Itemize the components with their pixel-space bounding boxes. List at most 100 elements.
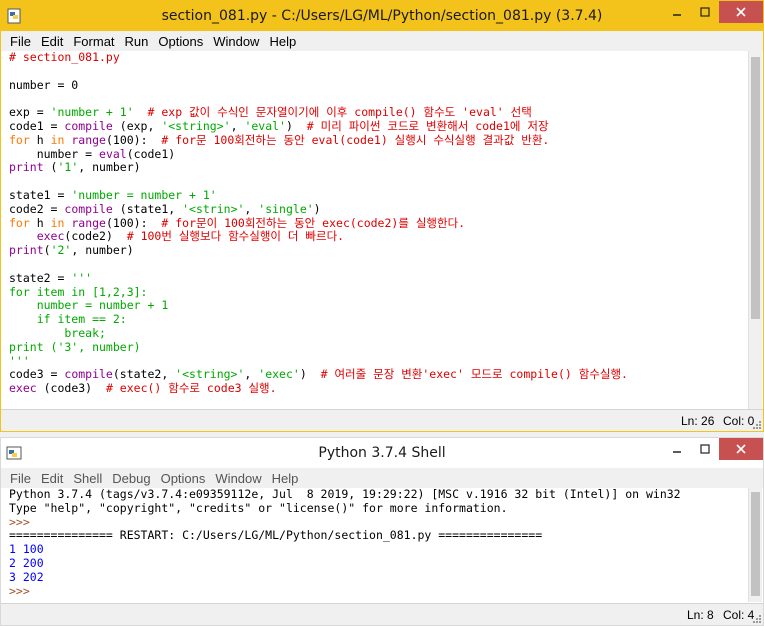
code-line: exp = 'number + 1' # exp 값이 수식인 문자열이기에 이…	[9, 105, 747, 120]
code-line: break;	[9, 325, 747, 341]
shell-menu-edit[interactable]: Edit	[36, 471, 68, 486]
code-token-plain: code3 =	[9, 367, 65, 382]
shell-titlebar[interactable]: Python 3.7.4 Shell	[1, 438, 763, 468]
code-token-plain: number =	[9, 146, 100, 161]
code-token-plain: state1 =	[9, 187, 72, 202]
code-token-plain: )	[313, 201, 321, 216]
close-icon	[736, 444, 746, 454]
shell-window: Python 3.7.4 Shell File Edit Shell Debug…	[0, 437, 764, 626]
code-line: state1 = 'number = number + 1'	[9, 187, 747, 203]
code-line: print ('1', number)	[9, 160, 747, 175]
shell-maximize-button[interactable]	[691, 438, 719, 460]
code-line: for h in range(100): # for문 100회전하는 동안 e…	[9, 132, 747, 148]
menu-file[interactable]: File	[5, 34, 36, 49]
shell-menu-help[interactable]: Help	[267, 471, 304, 486]
code-token-out: 1 100	[9, 542, 44, 557]
code-token-plain: (code2)	[64, 229, 127, 244]
menu-window[interactable]: Window	[208, 34, 264, 49]
editor-titlebar[interactable]: section_081.py - C:/Users/LG/ML/Python/s…	[1, 1, 763, 31]
code-token-plain: )	[285, 118, 307, 133]
code-token-comment: # section_081.py	[9, 51, 120, 64]
code-token-keyword: for	[9, 132, 30, 147]
code-line: Type "help", "copyright", "credits" or "…	[9, 501, 747, 516]
code-token-string: 'eval'	[244, 118, 286, 133]
editor-line-number: Ln: 26	[681, 414, 715, 428]
shell-scroll-thumb[interactable]	[751, 492, 760, 596]
code-line: 3 202	[9, 570, 747, 585]
shell-menu-options[interactable]: Options	[156, 471, 211, 486]
code-token-comment: # 여러줄 문장 변환'exec' 모드로 compile() 함수실행.	[320, 367, 628, 382]
menu-run[interactable]: Run	[120, 34, 154, 49]
editor-minimize-button[interactable]	[663, 1, 691, 23]
code-token-string: for item in [1,2,3]:	[9, 284, 148, 299]
code-token-plain: (	[43, 160, 58, 175]
editor-window: section_081.py - C:/Users/LG/ML/Python/s…	[0, 0, 764, 432]
code-token-keyword: for	[9, 215, 30, 230]
code-line: number = number + 1	[9, 298, 747, 313]
code-token-string: 'number + 1'	[50, 105, 134, 120]
code-token-plain: (state2,	[112, 367, 176, 382]
code-token-out: 2 200	[9, 555, 44, 570]
code-token-plain: (100):	[105, 132, 162, 147]
code-token-string: break;	[9, 325, 106, 340]
code-line: code3 = compile(state2, '<string>', 'exe…	[9, 367, 747, 382]
code-line: '''	[9, 354, 747, 369]
code-token-string: '<strin>'	[182, 201, 245, 216]
menu-help[interactable]: Help	[264, 34, 301, 49]
editor-maximize-button[interactable]	[691, 1, 719, 23]
menu-options[interactable]: Options	[153, 34, 208, 49]
resize-grip-icon[interactable]	[752, 420, 762, 430]
code-line: 2 200	[9, 555, 747, 571]
editor-close-button[interactable]	[719, 1, 763, 23]
code-line: number = eval(code1)	[9, 146, 747, 162]
editor-vertical-scrollbar[interactable]	[748, 51, 762, 409]
code-token-builtin: range	[71, 215, 106, 230]
shell-menu-file[interactable]: File	[5, 471, 36, 486]
code-line: print ('3', number)	[9, 340, 747, 355]
code-token-string: '''	[71, 270, 93, 285]
shell-line-number: Ln: 8	[687, 608, 714, 622]
code-token-plain: ,	[244, 201, 259, 216]
shell-menu-window[interactable]: Window	[210, 471, 266, 486]
shell-vertical-scrollbar[interactable]	[748, 488, 762, 602]
shell-minimize-button[interactable]	[663, 438, 691, 460]
code-token-string: '2'	[50, 243, 72, 258]
code-token-builtin: compile	[64, 118, 113, 133]
code-line: Python 3.7.4 (tags/v3.7.4:e09359112e, Ju…	[9, 488, 747, 502]
code-token-plain: (code3)	[36, 381, 106, 396]
code-line: # section_081.py	[9, 51, 747, 65]
code-token-prompt: >>>	[9, 583, 37, 598]
code-token-string: 'number = number + 1'	[71, 187, 217, 202]
code-token-builtin: print	[9, 160, 44, 175]
code-token-plain: (	[43, 243, 51, 258]
shell-column-number: Col: 4	[723, 608, 755, 622]
shell-close-button[interactable]	[719, 438, 763, 460]
resize-grip-icon[interactable]	[752, 614, 762, 624]
code-token-keyword: in	[50, 132, 65, 147]
maximize-icon	[700, 444, 710, 454]
code-line: code1 = compile (exp, '<string>', 'eval'…	[9, 118, 747, 134]
code-line: >>>	[9, 583, 747, 599]
code-line: code2 = compile (state1, '<strin>', 'sin…	[9, 201, 747, 217]
menu-format[interactable]: Format	[68, 34, 119, 49]
code-token-plain: , number)	[71, 243, 134, 258]
editor-window-controls	[663, 1, 763, 23]
menu-edit[interactable]: Edit	[36, 34, 68, 49]
code-token-string: '<string>'	[175, 367, 245, 382]
shell-menu-debug[interactable]: Debug	[107, 471, 155, 486]
code-token-plain: (exp,	[112, 118, 162, 133]
code-token-plain: ,	[230, 118, 245, 133]
shell-text-area[interactable]: Python 3.7.4 (tags/v3.7.4:e09359112e, Ju…	[3, 488, 747, 602]
editor-text-area[interactable]: # section_081.py number = 0 exp = 'numbe…	[3, 51, 747, 409]
minimize-icon	[673, 451, 681, 453]
code-token-plain: code2 =	[9, 201, 65, 216]
code-token-builtin: compile	[64, 367, 113, 382]
code-line: exec (code3) # exec() 함수로 code3 실행.	[9, 381, 747, 396]
shell-menu-shell[interactable]: Shell	[68, 471, 107, 486]
editor-scroll-thumb[interactable]	[751, 57, 760, 319]
shell-statusbar: Ln: 8 Col: 4	[1, 603, 763, 625]
code-token-plain: ,	[244, 367, 259, 382]
code-token-string: '<string>'	[161, 118, 231, 133]
